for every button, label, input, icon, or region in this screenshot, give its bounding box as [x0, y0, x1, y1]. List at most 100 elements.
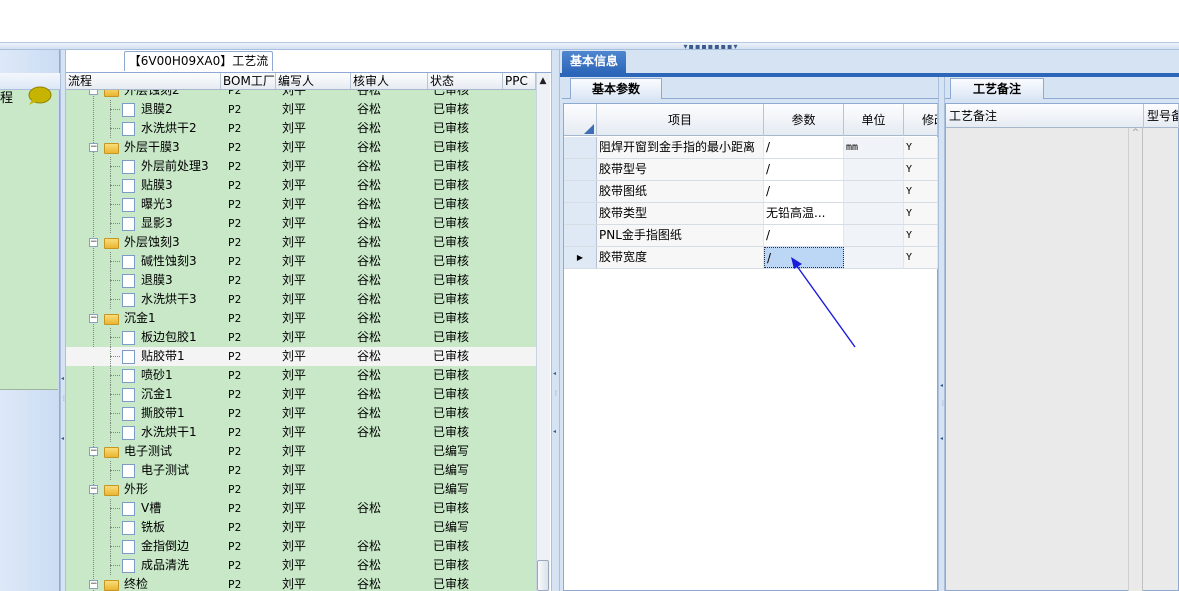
scroll-thumb[interactable] [537, 560, 549, 591]
params-value-field[interactable]: / [764, 137, 844, 158]
row-selector[interactable] [564, 203, 597, 224]
tree-branch-line [110, 299, 120, 300]
tree-row[interactable]: V槽 P2 刘平 谷松 已审核 [66, 499, 536, 518]
tree-row[interactable]: 水洗烘干2 P2 刘平 谷松 已审核 [66, 119, 536, 138]
tree-row[interactable]: 碱性蚀刻3 P2 刘平 谷松 已审核 [66, 252, 536, 271]
right-splitter[interactable]: ◂ ⋮ ◂ [938, 77, 946, 591]
col-model-note[interactable]: 型号备注 [1144, 104, 1179, 128]
params-value-field[interactable]: 无铅高温... [764, 203, 844, 224]
row-selector[interactable] [564, 181, 597, 202]
tree-row-reviewer: 谷松 [357, 121, 382, 135]
params-row[interactable]: 胶带型号 / Y [564, 159, 938, 181]
tree-column-header: 流程 BOM工厂 编写人 核审人 状态 PPC [66, 73, 536, 90]
tree-row[interactable]: − 外层干膜3 P2 刘平 谷松 已审核 [66, 138, 536, 157]
tree-row-author: 刘平 [282, 463, 307, 477]
col-bom-factory[interactable]: BOM工厂 [221, 73, 276, 89]
tree-row-author: 刘平 [282, 539, 307, 553]
row-selector[interactable] [564, 225, 597, 246]
collapse-toggle-icon[interactable]: − [89, 580, 98, 589]
collapse-toggle-icon[interactable]: − [89, 314, 98, 323]
params-row[interactable]: 阻焊开窗到金手指的最小距离 / mm Y [564, 137, 938, 159]
tree-row[interactable]: − 电子测试 P2 刘平 已编写 [66, 442, 536, 461]
tree-row[interactable]: 贴膜3 P2 刘平 谷松 已审核 [66, 176, 536, 195]
tab-process-flow[interactable]: 【6V00H09XA0】工艺流程 [124, 51, 273, 86]
tree-row[interactable]: 金指倒边 P2 刘平 谷松 已审核 [66, 537, 536, 556]
params-row[interactable]: 胶带类型 无铅高温... Y [564, 203, 938, 225]
grid-corner[interactable] [564, 104, 597, 136]
scroll-up-arrow-icon[interactable]: ▲ [536, 73, 550, 89]
params-row[interactable]: PNL金手指图纸 / Y [564, 225, 938, 247]
collapse-toggle-icon[interactable]: − [89, 447, 98, 456]
collapse-toggle-icon[interactable]: − [89, 90, 98, 95]
col-item[interactable]: 项目 [597, 104, 764, 136]
tree-row-status: 已审核 [433, 178, 470, 192]
tree-row-author: 刘平 [282, 520, 307, 534]
tree-row[interactable]: 水洗烘干3 P2 刘平 谷松 已审核 [66, 290, 536, 309]
tree-row[interactable]: 水洗烘干1 P2 刘平 谷松 已审核 [66, 423, 536, 442]
row-selector[interactable] [564, 137, 597, 158]
params-value-field[interactable]: / [764, 225, 844, 246]
tab-basic-info[interactable]: 基本信息 [562, 51, 626, 73]
params-row[interactable]: 胶带图纸 / Y [564, 181, 938, 203]
tree-row[interactable]: 曝光3 P2 刘平 谷松 已审核 [66, 195, 536, 214]
speech-bubble-icon[interactable] [26, 86, 52, 106]
row-selector[interactable] [564, 159, 597, 180]
tree-row-bom: P2 [228, 312, 242, 325]
tree-row-author: 刘平 [282, 577, 307, 591]
tree-row[interactable]: 贴胶带1 P2 刘平 谷松 已审核 [66, 347, 536, 366]
tree-row[interactable]: − 外形 P2 刘平 已编写 [66, 480, 536, 499]
tree-row[interactable]: − 外层蚀刻3 P2 刘平 谷松 已审核 [66, 233, 536, 252]
tree-row[interactable]: 板边包胶1 P2 刘平 谷松 已审核 [66, 328, 536, 347]
tree-row[interactable]: 铣板 P2 刘平 已编写 [66, 518, 536, 537]
annotation-arrow-icon [791, 257, 856, 348]
tree-row[interactable]: 电子测试 P2 刘平 已编写 [66, 461, 536, 480]
process-tree: − 外层蚀刻2 P2 刘平 谷松 已审核 退膜2 P2 刘平 谷松 已审核 水洗烘干2 P2 刘平 谷松 已审… [66, 90, 536, 591]
tree-scrollbar[interactable] [536, 73, 550, 591]
tree-row[interactable]: 撕胶带1 P2 刘平 谷松 已审核 [66, 404, 536, 423]
collapse-toggle-icon[interactable]: − [89, 238, 98, 247]
params-value-field[interactable]: / [764, 181, 844, 202]
tree-row[interactable]: 退膜2 P2 刘平 谷松 已审核 [66, 100, 536, 119]
tree-row[interactable]: 成品清洗 P2 刘平 谷松 已审核 [66, 556, 536, 575]
tree-row[interactable]: 沉金1 P2 刘平 谷松 已审核 [66, 385, 536, 404]
tab-basic-params[interactable]: 基本参数 [570, 78, 662, 99]
middle-splitter[interactable]: ◂ ⋮ ◂ [551, 50, 560, 591]
tree-row[interactable]: 显影3 P2 刘平 谷松 已审核 [66, 214, 536, 233]
collapse-toggle-icon[interactable]: − [89, 143, 98, 152]
tree-row[interactable]: 喷砂1 P2 刘平 谷松 已审核 [66, 366, 536, 385]
folder-icon [104, 238, 119, 249]
tree-row-author: 刘平 [282, 159, 307, 173]
tree-row-name: 喷砂1 [141, 368, 173, 382]
tree-row[interactable]: 外层前处理3 P2 刘平 谷松 已审核 [66, 157, 536, 176]
tree-row-name: 外层前处理3 [141, 159, 209, 173]
current-row-arrow-icon[interactable]: ▶ [564, 247, 597, 268]
tree-row[interactable]: − 沉金1 P2 刘平 谷松 已审核 [66, 309, 536, 328]
tree-branch-line [110, 394, 120, 395]
tree-row[interactable]: 退膜3 P2 刘平 谷松 已审核 [66, 271, 536, 290]
tree-row-reviewer: 谷松 [357, 406, 382, 420]
corner-triangle-icon [584, 124, 594, 134]
tree-row[interactable]: − 外层蚀刻2 P2 刘平 谷松 已审核 [66, 90, 536, 100]
col-reviewer[interactable]: 核审人 [351, 73, 428, 89]
tree-row[interactable]: − 终检 P2 刘平 谷松 已审核 [66, 575, 536, 591]
tab-process-notes[interactable]: 工艺备注 [950, 78, 1044, 99]
col-status[interactable]: 状态 [428, 73, 503, 89]
col-ppc[interactable]: PPC [503, 73, 536, 89]
col-modify[interactable]: 修改 [904, 104, 938, 136]
tree-row-name: 外层干膜3 [124, 140, 180, 154]
params-value-field[interactable]: / [764, 159, 844, 180]
top-splitter-bar[interactable] [0, 42, 1179, 50]
left-nav-item-label[interactable]: 程 [0, 87, 20, 106]
tree-row-bom: P2 [228, 350, 242, 363]
tree-row-name: 显影3 [141, 216, 173, 230]
col-unit[interactable]: 单位 [844, 104, 904, 136]
params-row[interactable]: ▶ 胶带宽度 / Y [564, 247, 938, 269]
collapse-toggle-icon[interactable]: − [89, 485, 98, 494]
col-process-note[interactable]: 工艺备注 [946, 104, 1144, 128]
col-param[interactable]: 参数 [764, 104, 844, 136]
notes-scrollbar[interactable]: ^ [1128, 128, 1143, 591]
col-flow[interactable]: 流程 [66, 73, 221, 89]
col-author[interactable]: 编写人 [276, 73, 351, 89]
document-icon [122, 559, 135, 573]
tree-row-status: 已审核 [433, 406, 470, 420]
